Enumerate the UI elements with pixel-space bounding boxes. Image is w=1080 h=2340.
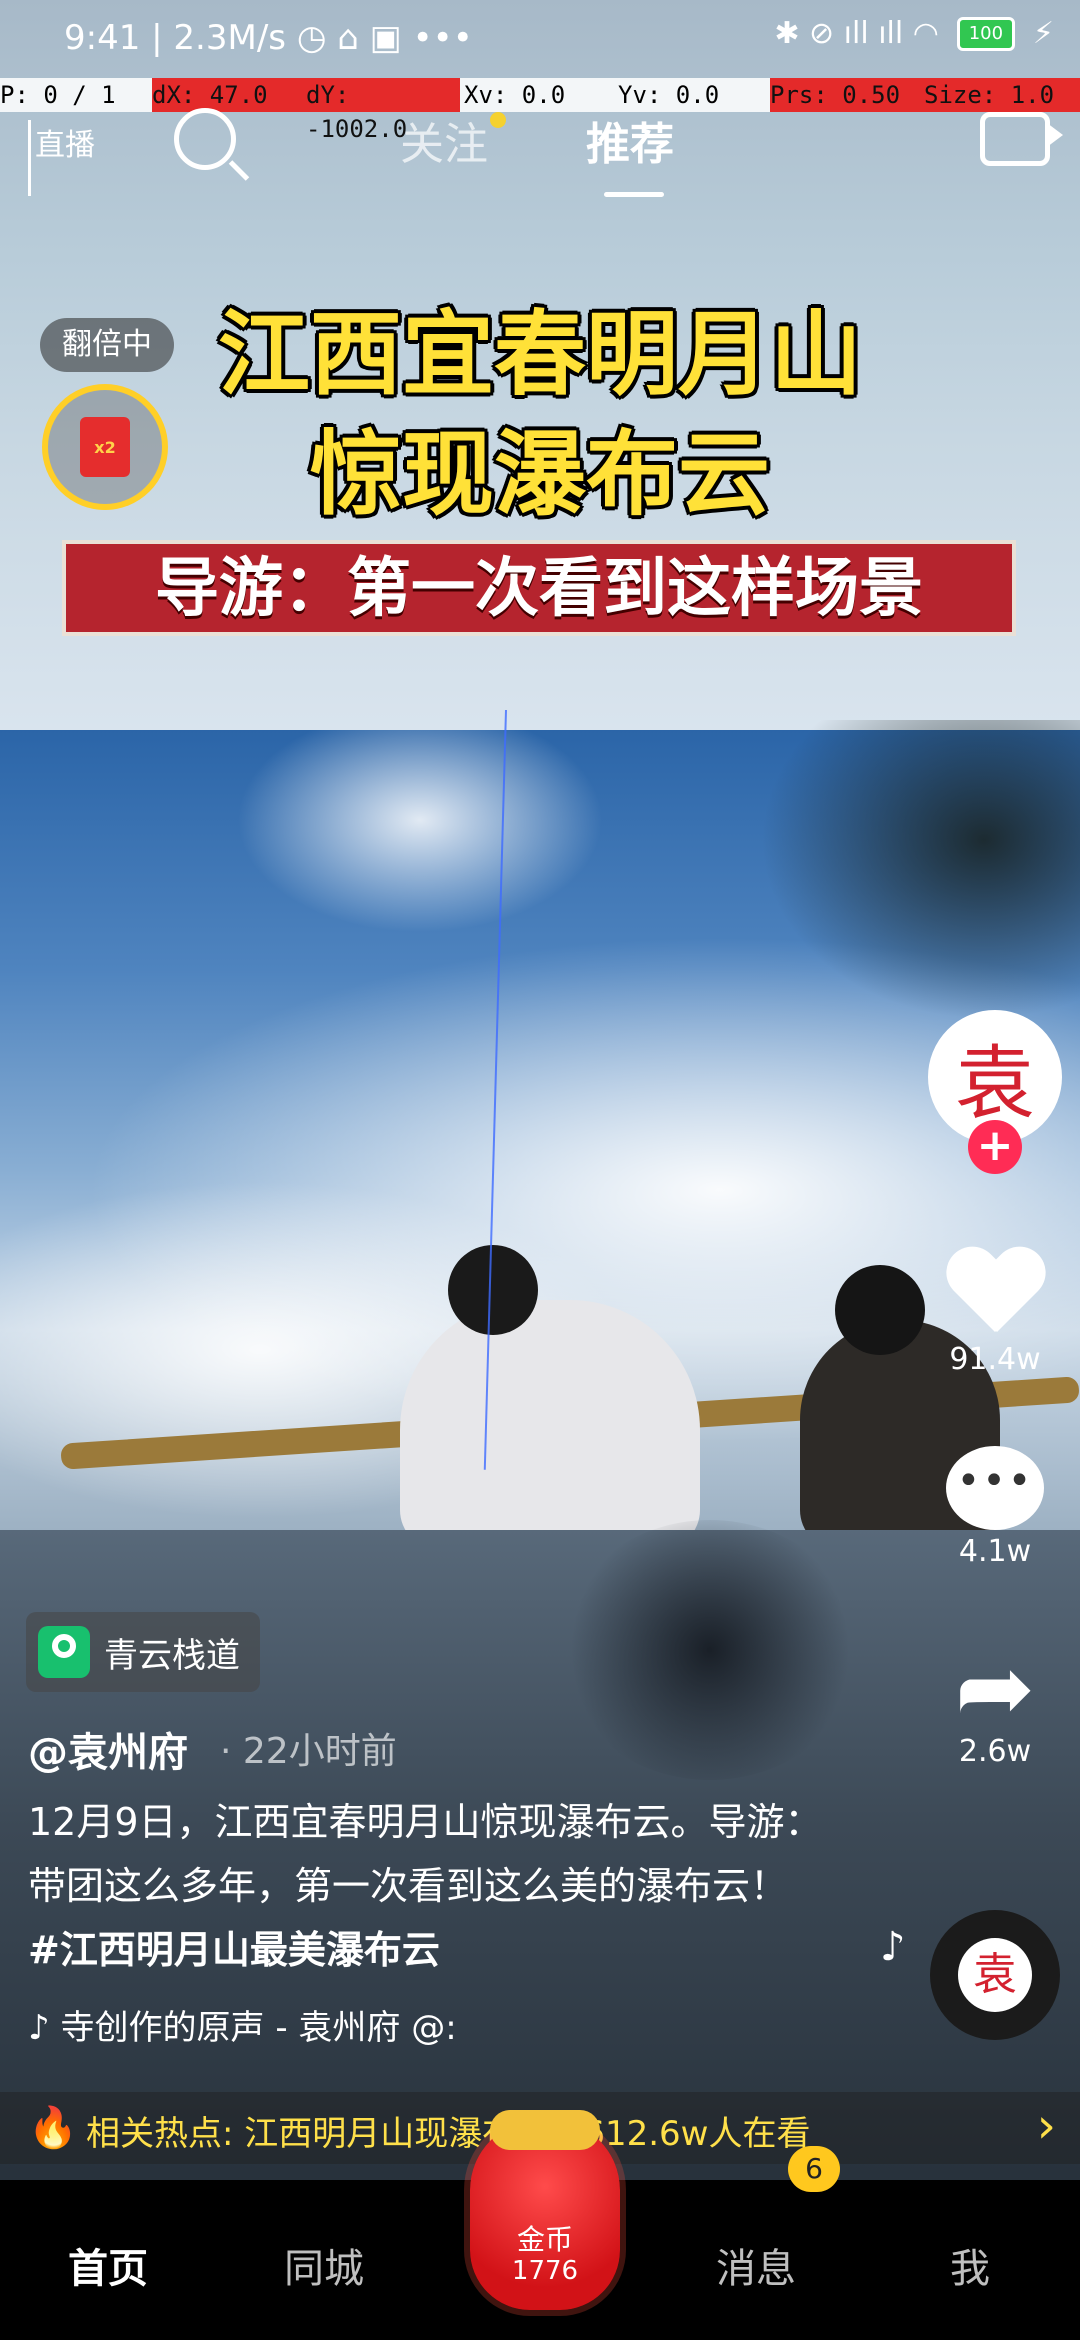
follow-button[interactable]: + bbox=[968, 1120, 1022, 1174]
share-icon: ➦ bbox=[954, 1632, 1036, 1744]
chevron-right-icon: › bbox=[1036, 2098, 1056, 2154]
coin-label: 金币 bbox=[516, 2223, 573, 2256]
hashtag-link[interactable]: #江西明月山最美瀑布云 bbox=[28, 1928, 440, 1972]
status-time-speed: 9:41 | 2.3M/s ◷ ⌂ ▣ ••• bbox=[64, 18, 473, 58]
status-bar: 9:41 | 2.3M/s ◷ ⌂ ▣ ••• ✱ ⊘ ıll ıll ◠ 10… bbox=[0, 0, 1080, 90]
music-disc[interactable]: 袁 bbox=[930, 1910, 1060, 2040]
location-tag[interactable]: 青云栈道 bbox=[26, 1612, 260, 1692]
coin-stack-icon bbox=[490, 2110, 600, 2150]
video-subtitle-banner: 导游：第一次看到这样场景 bbox=[62, 540, 1016, 636]
tab-follow-label: 关注 bbox=[400, 119, 488, 170]
blur-spot bbox=[560, 1520, 860, 1780]
music-note-icon: ♪ bbox=[880, 1924, 906, 1970]
signal-wifi-icons: ✱ ⊘ ıll ıll ◠ bbox=[774, 16, 939, 51]
hot-topic-text: 相关热点: 江西明月山现瀑布云 | 612.6w人在看 bbox=[86, 2114, 811, 2154]
video-title-line2: 惊现瀑布云 bbox=[309, 421, 770, 528]
charging-icon: ⚡ bbox=[1032, 16, 1054, 51]
avatar-seal-char: 袁 bbox=[955, 1037, 1035, 1130]
video-subtitle-text: 导游：第一次看到这样场景 bbox=[155, 552, 923, 626]
battery-icon: 100 bbox=[956, 16, 1015, 51]
tab-city[interactable]: 同城 bbox=[284, 2236, 364, 2294]
live-label: 直播 bbox=[35, 128, 95, 163]
tab-recommend-label: 推荐 bbox=[586, 119, 674, 170]
tab-messages[interactable]: 消息 bbox=[716, 2236, 796, 2294]
time-speed-text: 9:41 | 2.3M/s bbox=[64, 18, 286, 58]
caption-text: 12月9日，江西宜春明月山惊现瀑布云。导游：带团这么多年，第一次看到这么美的瀑布… bbox=[28, 1800, 823, 1908]
search-icon[interactable] bbox=[174, 108, 236, 170]
battery-level: 100 bbox=[968, 23, 1004, 44]
tab-home[interactable]: 首页 bbox=[68, 2236, 148, 2294]
video-caption[interactable]: 12月9日，江西宜春明月山惊现瀑布云。导游：带团这么多年，第一次看到这么美的瀑布… bbox=[28, 1790, 828, 1982]
tab-recommend[interactable]: 推荐 bbox=[586, 108, 674, 172]
camera-icon[interactable] bbox=[980, 112, 1063, 166]
author-name[interactable]: @袁州府 bbox=[28, 1720, 188, 1778]
share-button[interactable]: ➦ 2.6w bbox=[930, 1632, 1060, 1769]
comment-button[interactable]: ••• 4.1w bbox=[930, 1446, 1060, 1569]
comment-count: 4.1w bbox=[958, 1534, 1032, 1569]
coin-count: 1776 bbox=[511, 2256, 579, 2286]
tab-follow[interactable]: 关注 bbox=[400, 108, 506, 172]
location-pin-icon bbox=[38, 1626, 90, 1678]
new-dot-indicator bbox=[490, 112, 506, 128]
top-navigation: 直播 关注 推荐 bbox=[0, 100, 1080, 220]
person-white-coat bbox=[400, 1300, 700, 1550]
status-right: ✱ ⊘ ıll ıll ◠ 100 ⚡ bbox=[774, 16, 1054, 51]
music-marquee[interactable]: ♪ 寺创作的原声 - 袁州府 @: bbox=[28, 2000, 457, 2049]
live-button[interactable]: 直播 bbox=[28, 120, 95, 196]
music-disc-avatar: 袁 bbox=[958, 1938, 1032, 2012]
fire-icon: 🔥 bbox=[28, 2105, 78, 2151]
heart-icon bbox=[945, 1248, 1045, 1338]
like-count: 91.4w bbox=[949, 1342, 1041, 1377]
messages-badge: 6 bbox=[788, 2146, 840, 2192]
tab-me[interactable]: 我 bbox=[950, 2236, 990, 2294]
comment-icon: ••• bbox=[946, 1446, 1044, 1530]
post-time: · 22小时前 bbox=[220, 1731, 397, 1772]
person-head bbox=[448, 1245, 538, 1335]
like-button[interactable]: 91.4w bbox=[930, 1248, 1060, 1377]
location-name: 青云栈道 bbox=[104, 1635, 240, 1676]
share-count: 2.6w bbox=[958, 1734, 1032, 1769]
video-title-line1: 江西宜春明月山 bbox=[217, 301, 862, 408]
person-head bbox=[835, 1265, 925, 1355]
notification-icons: ◷ ⌂ ▣ ••• bbox=[296, 18, 473, 58]
tree-silhouette bbox=[760, 720, 1080, 1020]
active-tab-indicator bbox=[604, 192, 664, 197]
